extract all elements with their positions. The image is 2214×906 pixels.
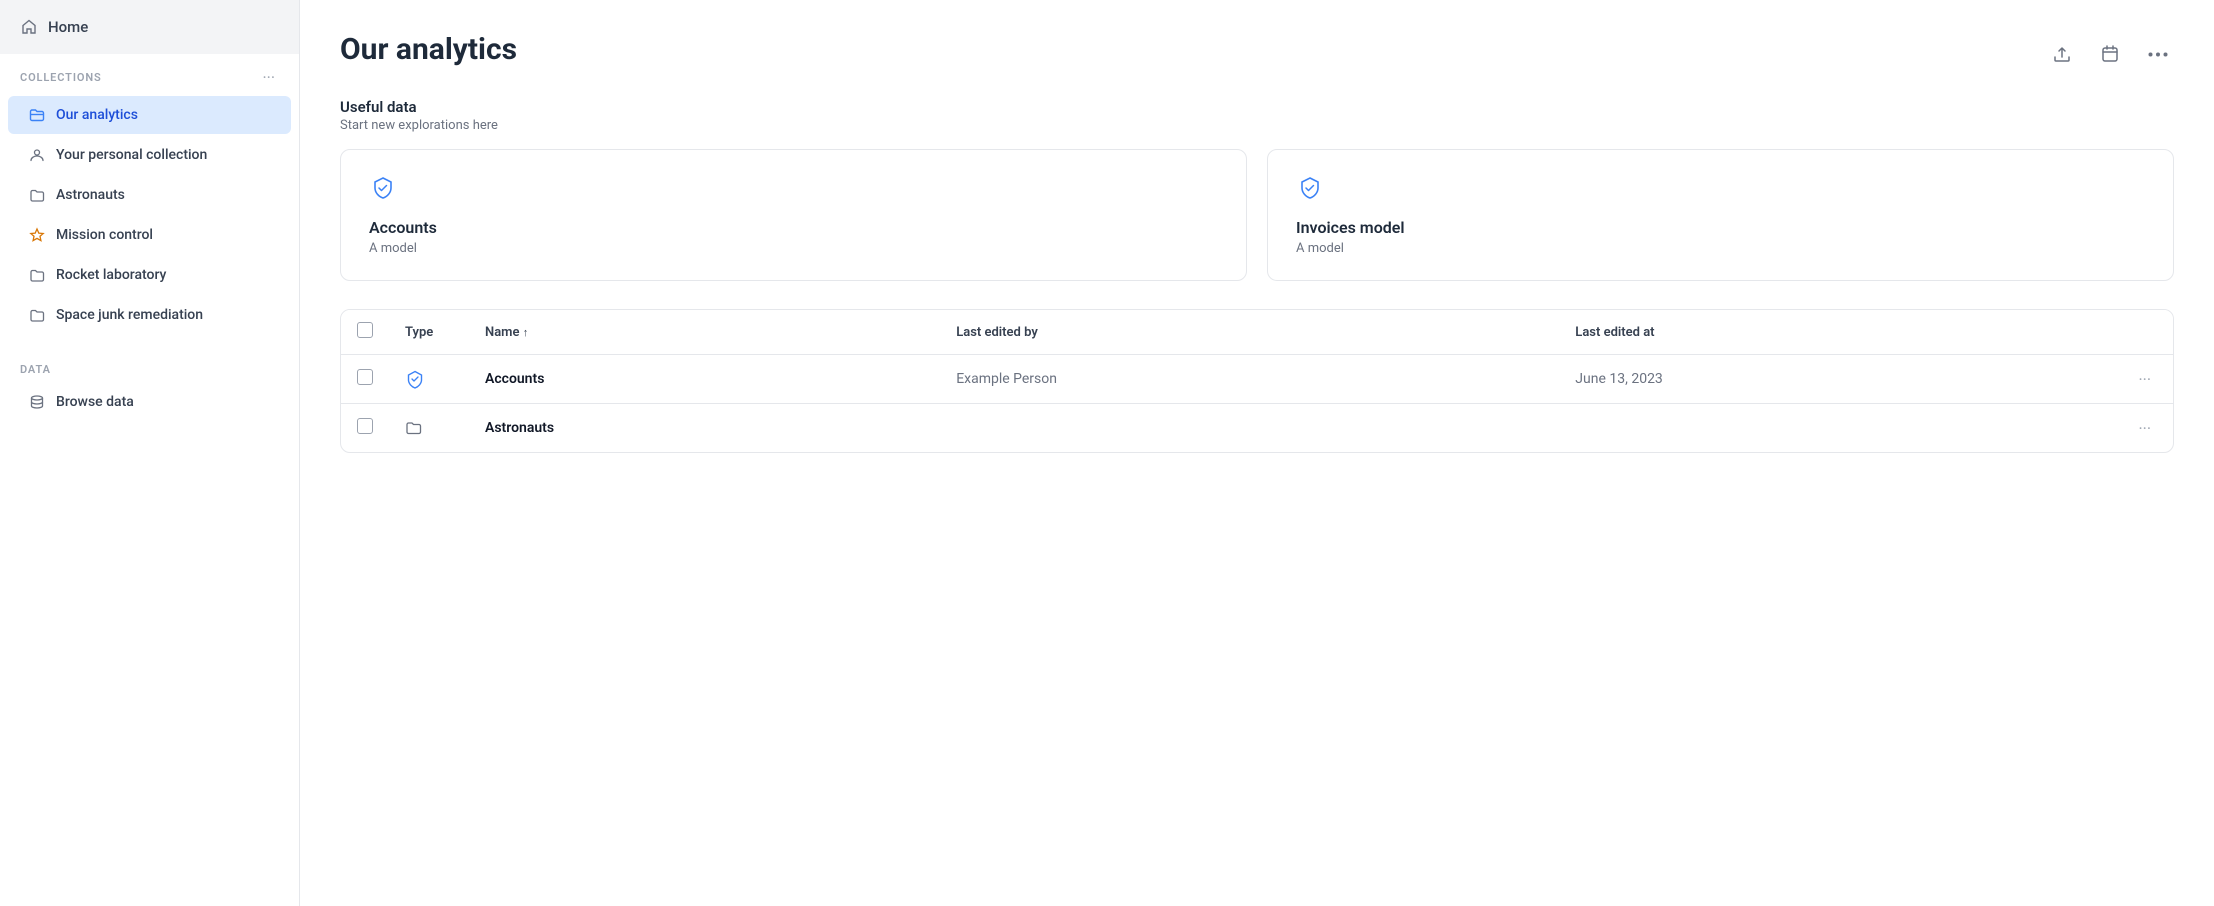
- collections-more-button[interactable]: ···: [258, 66, 279, 89]
- row-checkbox-accounts[interactable]: [357, 369, 373, 385]
- td-actions-astronauts: ···: [2116, 404, 2173, 453]
- td-name-accounts[interactable]: Accounts: [469, 355, 940, 404]
- database-icon: [28, 393, 46, 411]
- row-menu-astronauts[interactable]: ···: [2132, 415, 2157, 442]
- model-card-invoices-name: Invoices model: [1296, 218, 2145, 237]
- td-last-edited-at-accounts: June 13, 2023: [1559, 355, 2116, 404]
- td-type-accounts: [389, 355, 469, 404]
- person-icon: [28, 146, 46, 164]
- data-section-header: DATA: [0, 351, 299, 382]
- sidebar-item-personal-label: Your personal collection: [56, 147, 207, 163]
- model-card-accounts-icon: [369, 174, 1218, 202]
- sidebar-item-browse-data-label: Browse data: [56, 394, 134, 410]
- model-card-accounts-desc: A model: [369, 241, 1218, 256]
- model-card-accounts-name: Accounts: [369, 218, 1218, 237]
- folder-type-icon-astronauts: [405, 419, 423, 437]
- upload-button[interactable]: [2046, 38, 2078, 70]
- collections-section-label: COLLECTIONS: [20, 71, 102, 84]
- sidebar-item-rocket-label: Rocket laboratory: [56, 267, 166, 283]
- table-row-astronauts: Astronauts ···: [341, 404, 2173, 453]
- model-card-invoices-desc: A model: [1296, 241, 2145, 256]
- td-type-astronauts: [389, 404, 469, 453]
- home-icon: [20, 18, 38, 36]
- sidebar: Home COLLECTIONS ··· Our analytics Your …: [0, 0, 300, 906]
- page-title: Our analytics: [340, 32, 517, 67]
- td-last-edited-by-astronauts: [940, 404, 1559, 453]
- th-last-edited-by: Last edited by: [940, 310, 1559, 355]
- td-actions-accounts: ···: [2116, 355, 2173, 404]
- folder-open-icon: [28, 106, 46, 124]
- sidebar-home-link[interactable]: Home: [0, 0, 299, 54]
- table-header-row: Type Name ↑ Last edited by Last edited a…: [341, 310, 2173, 355]
- folder-icon-rocket: [28, 266, 46, 284]
- td-checkbox-accounts: [341, 355, 389, 404]
- name-sort-icon: ↑: [523, 326, 529, 339]
- th-last-edited-at: Last edited at: [1559, 310, 2116, 355]
- td-name-astronauts[interactable]: Astronauts: [469, 404, 940, 453]
- more-options-button[interactable]: [2142, 46, 2174, 63]
- header-actions: [2046, 32, 2174, 70]
- sidebar-item-our-analytics[interactable]: Our analytics: [8, 96, 291, 134]
- th-checkbox: [341, 310, 389, 355]
- select-all-checkbox[interactable]: [357, 322, 373, 338]
- th-name[interactable]: Name ↑: [469, 310, 940, 355]
- calendar-button[interactable]: [2094, 38, 2126, 70]
- sidebar-item-astronauts[interactable]: Astronauts: [8, 176, 291, 214]
- td-last-edited-at-astronauts: [1559, 404, 2116, 453]
- model-card-accounts[interactable]: Accounts A model: [340, 149, 1247, 281]
- sidebar-item-browse-data[interactable]: Browse data: [8, 383, 291, 421]
- star-icon: [28, 226, 46, 244]
- sidebar-item-space-junk[interactable]: Space junk remediation: [8, 296, 291, 334]
- folder-icon-astronauts: [28, 186, 46, 204]
- data-section-label: DATA: [20, 363, 51, 376]
- td-last-edited-by-accounts: Example Person: [940, 355, 1559, 404]
- sidebar-item-personal-collection[interactable]: Your personal collection: [8, 136, 291, 174]
- model-type-icon-accounts: [405, 369, 425, 389]
- main-content: Our analytics: [300, 0, 2214, 906]
- table-row-accounts: Accounts Example Person June 13, 2023 ··…: [341, 355, 2173, 404]
- section-title: Useful data: [340, 98, 2174, 116]
- sidebar-item-space-junk-label: Space junk remediation: [56, 307, 203, 323]
- page-header: Our analytics: [340, 32, 2174, 70]
- sidebar-item-mission-control-label: Mission control: [56, 227, 153, 243]
- sidebar-item-mission-control[interactable]: Mission control: [8, 216, 291, 254]
- td-checkbox-astronauts: [341, 404, 389, 453]
- th-actions: [2116, 310, 2173, 355]
- items-table: Type Name ↑ Last edited by Last edited a…: [341, 310, 2173, 452]
- model-card-invoices-icon: [1296, 174, 2145, 202]
- model-card-invoices[interactable]: Invoices model A model: [1267, 149, 2174, 281]
- sidebar-item-astronauts-label: Astronauts: [56, 187, 125, 203]
- sidebar-item-our-analytics-label: Our analytics: [56, 107, 138, 123]
- row-checkbox-astronauts[interactable]: [357, 418, 373, 434]
- sidebar-item-rocket-laboratory[interactable]: Rocket laboratory: [8, 256, 291, 294]
- row-menu-accounts[interactable]: ···: [2132, 366, 2157, 393]
- section-subtitle: Start new explorations here: [340, 118, 2174, 133]
- sidebar-home-label: Home: [48, 18, 88, 36]
- model-cards-row: Accounts A model Invoices model A model: [340, 149, 2174, 281]
- th-type: Type: [389, 310, 469, 355]
- useful-data-section: Useful data Start new explorations here …: [340, 98, 2174, 281]
- collections-section-header: COLLECTIONS ···: [0, 54, 299, 95]
- items-table-container: Type Name ↑ Last edited by Last edited a…: [340, 309, 2174, 453]
- folder-icon-space-junk: [28, 306, 46, 324]
